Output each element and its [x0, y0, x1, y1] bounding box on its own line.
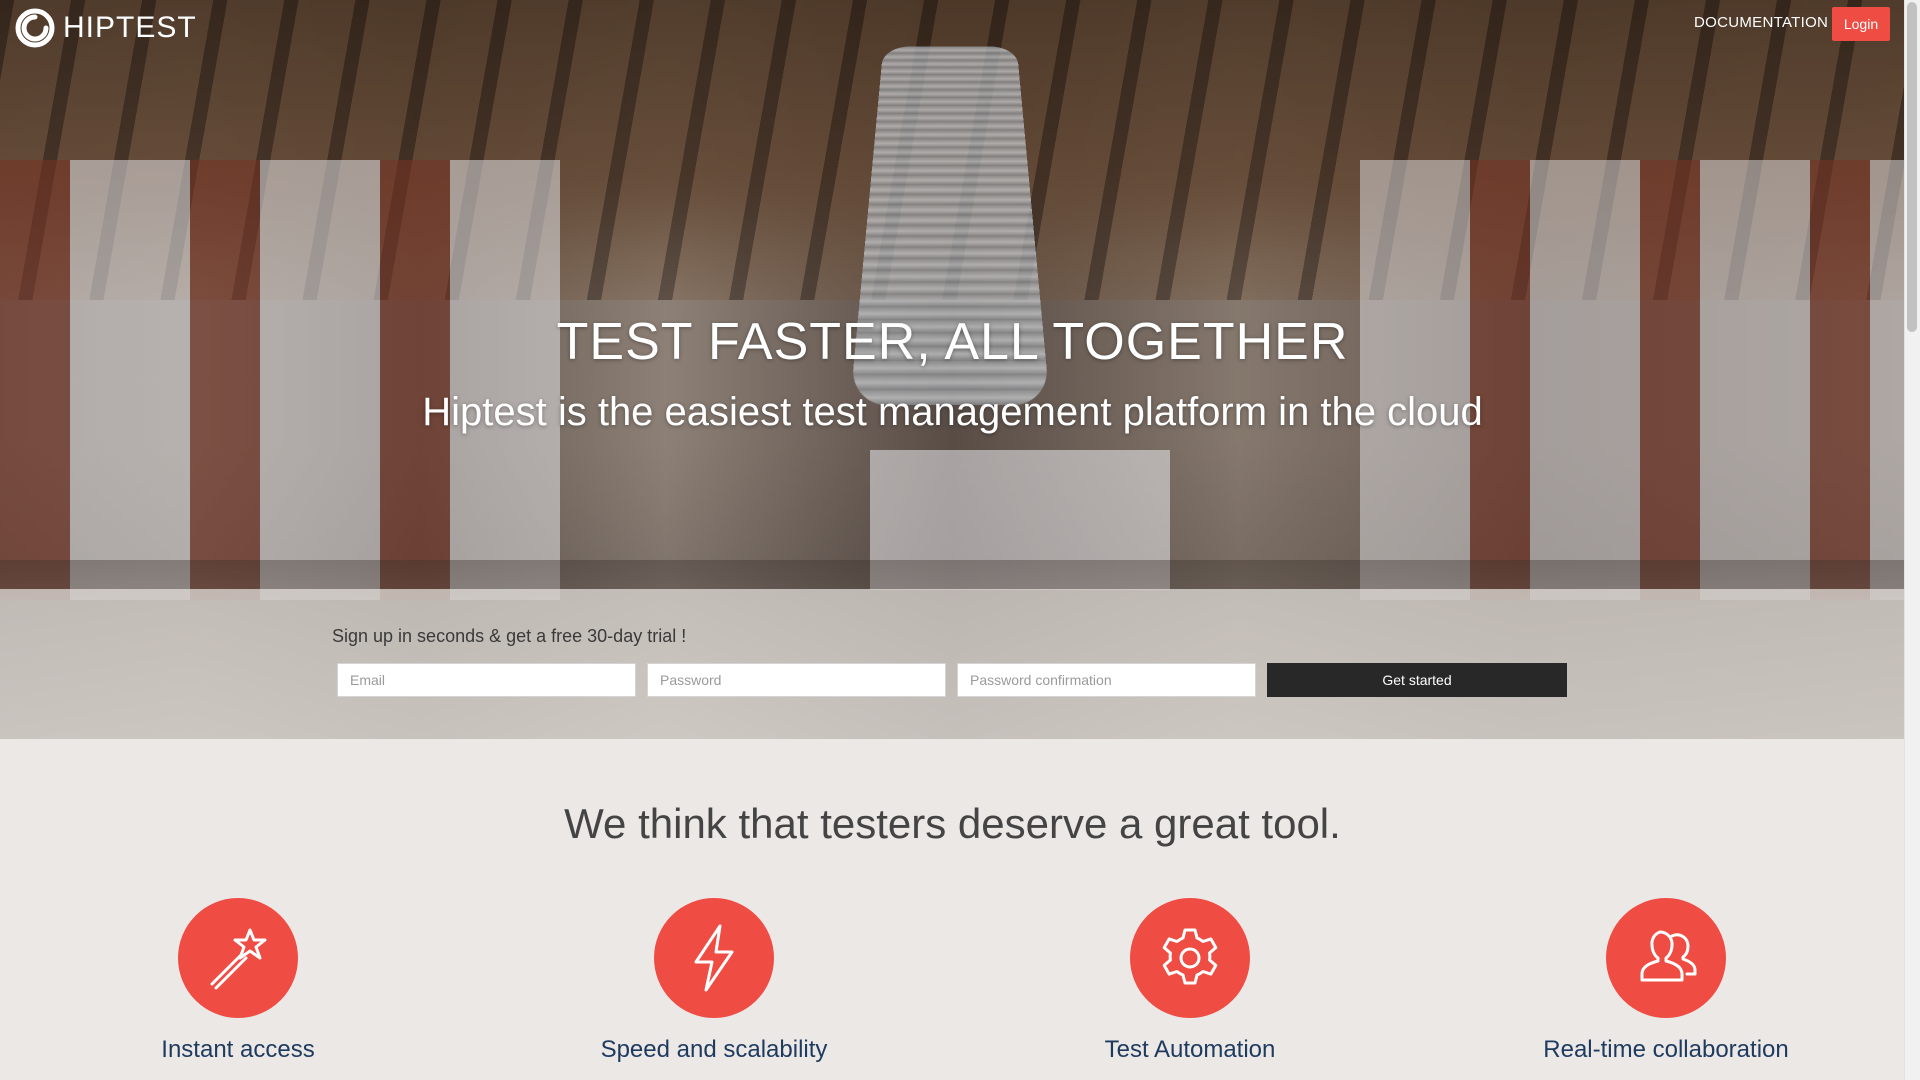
hero-background-wall-left — [0, 160, 560, 600]
get-started-button[interactable]: Get started — [1267, 663, 1567, 697]
scrollbar-thumb[interactable] — [1907, 2, 1917, 332]
brand-name: HIPTEST — [63, 11, 197, 44]
password-confirmation-field[interactable] — [957, 663, 1256, 697]
feature-title: Instant access — [161, 1036, 315, 1063]
signup-prompt: Sign up in seconds & get a free 30-day t… — [332, 626, 687, 646]
feature-speed-scalability: Speed and scalability — [564, 898, 864, 1064]
features-heading: We think that testers deserve a great to… — [564, 800, 1341, 847]
page-scrollbar[interactable] — [1904, 0, 1920, 1080]
users-icon — [1606, 898, 1726, 1018]
hero-section: HIPTEST DOCUMENTATION Login TEST FASTER,… — [0, 0, 1905, 739]
email-field[interactable] — [337, 663, 636, 697]
brand-logo-link[interactable]: HIPTEST — [15, 8, 197, 48]
hero-background-wall-right — [1360, 160, 1905, 600]
hero-subtitle: Hiptest is the easiest test management p… — [422, 390, 1483, 434]
gear-icon — [1130, 898, 1250, 1018]
hero-title: TEST FASTER, ALL TOGETHER — [556, 313, 1349, 371]
feature-title: Speed and scalability — [600, 1036, 828, 1063]
password-field[interactable] — [647, 663, 946, 697]
login-button[interactable]: Login — [1832, 7, 1890, 41]
feature-realtime-collaboration: Real-time collaboration — [1516, 898, 1816, 1064]
documentation-link[interactable]: DOCUMENTATION — [1694, 14, 1828, 31]
feature-instant-access: Instant access — [88, 898, 388, 1064]
signup-form: Sign up in seconds & get a free 30-day t… — [0, 589, 1905, 739]
lightning-bolt-icon — [654, 898, 774, 1018]
magic-wand-icon — [178, 898, 298, 1018]
feature-test-automation: Test Automation — [1040, 898, 1340, 1064]
landing-page: HIPTEST DOCUMENTATION Login TEST FASTER,… — [0, 0, 1905, 1080]
hiptest-logo-icon — [15, 8, 55, 48]
feature-title: Test Automation — [1104, 1036, 1276, 1063]
feature-title: Real-time collaboration — [1543, 1036, 1789, 1063]
